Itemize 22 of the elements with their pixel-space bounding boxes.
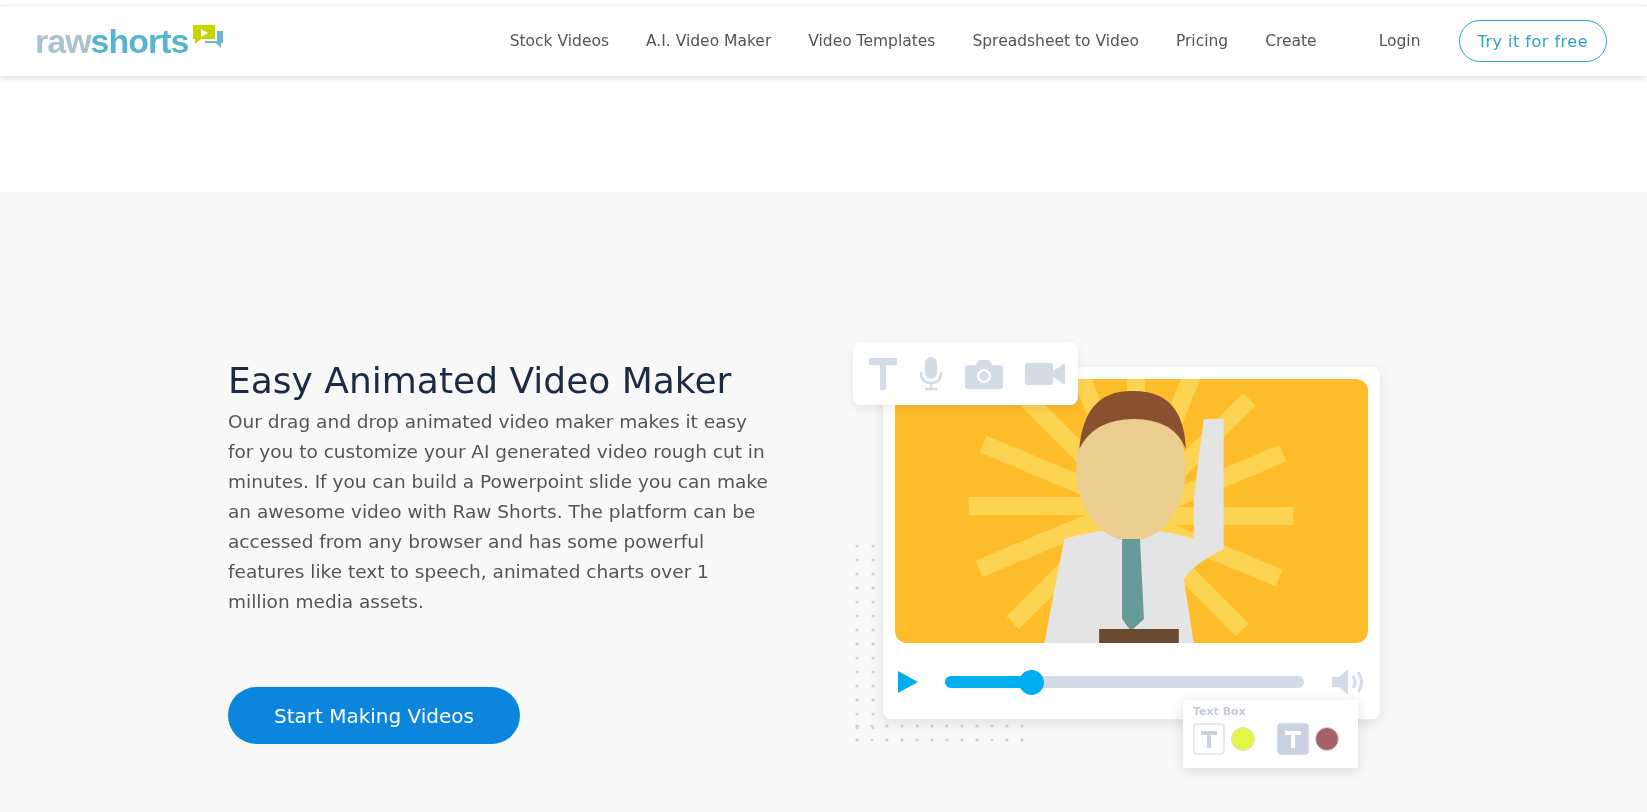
- text-style-icon[interactable]: [1193, 723, 1225, 755]
- microphone-icon[interactable]: [919, 356, 943, 391]
- camera-icon[interactable]: [965, 358, 1003, 389]
- text-tool-icon[interactable]: [869, 357, 897, 390]
- play-icon[interactable]: [897, 670, 919, 694]
- volume-icon[interactable]: [1330, 667, 1366, 697]
- hero-description: Our drag and drop animated video maker makes it easy for you to customize your AI generated video rough cut in minutes. If you can build a Powerpoint slide you can make an awesome video with Raw Shorts. The platform can be accessed from any browser and has some powerful features like text to speech, animated charts over 1 million media assets.: [228, 410, 769, 614]
- login-link[interactable]: Login: [1378, 32, 1421, 50]
- video-camera-icon[interactable]: [1025, 360, 1065, 387]
- color-swatch[interactable]: [1231, 727, 1255, 751]
- nav-link[interactable]: Spreadsheet to Video: [972, 32, 1139, 50]
- color-swatch[interactable]: [1315, 727, 1339, 751]
- progress-slider[interactable]: [945, 669, 1304, 695]
- text-box-label: Text Box: [1193, 705, 1247, 718]
- nav-link[interactable]: A.I. Video Maker: [646, 32, 772, 50]
- hero-title: Easy Animated Video Maker: [228, 360, 733, 401]
- nav-link[interactable]: Create: [1265, 32, 1317, 50]
- text-style-icon[interactable]: [1277, 723, 1309, 755]
- nav-link[interactable]: Stock Videos: [509, 32, 609, 50]
- nav-link[interactable]: Video Templates: [808, 32, 936, 50]
- nav-link[interactable]: Pricing: [1175, 32, 1229, 50]
- start-making-videos-button[interactable]: Start Making Videos: [228, 687, 520, 744]
